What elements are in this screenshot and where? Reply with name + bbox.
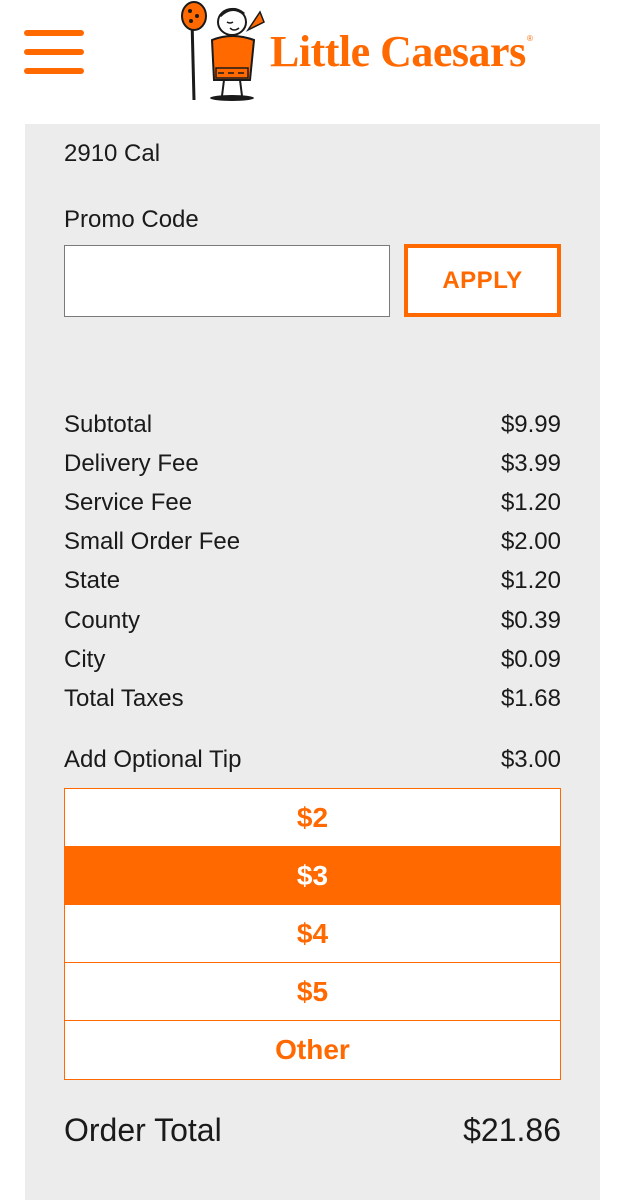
brand-name: Little Caesars [270,27,526,76]
tip-options: $2 $3 $4 $5 Other [64,788,561,1080]
fee-row-small-order: Small Order Fee $2.00 [64,523,561,562]
caesar-mascot-icon [181,1,265,101]
fee-row-city-tax: City $0.09 [64,640,561,679]
fee-row-county-tax: County $0.39 [64,601,561,640]
fee-label: Total Taxes [64,684,184,712]
fee-row-total-taxes: Total Taxes $1.68 [64,679,561,718]
trademark-symbol: ® [527,34,533,43]
fee-amount: $0.39 [500,606,561,634]
fee-amount: $2.00 [500,528,561,556]
fee-amount: $9.99 [500,410,561,438]
fee-amount: $3.99 [500,449,561,477]
tip-option-other[interactable]: Other [65,1021,560,1079]
hamburger-menu-icon[interactable] [24,30,84,78]
tip-option-4[interactable]: $4 [65,905,560,963]
promo-code-label: Promo Code [64,206,199,233]
fee-label: State [64,567,121,595]
fee-list: Subtotal $9.99 Delivery Fee $3.99 Servic… [64,405,561,719]
tip-summary: Add Optional Tip $3.00 [64,746,561,774]
fee-row-subtotal: Subtotal $9.99 [64,405,561,444]
apply-promo-button[interactable]: APPLY [404,244,561,317]
fee-row-service: Service Fee $1.20 [64,483,561,522]
fee-amount: $0.09 [500,645,561,673]
menu-bar [24,30,84,36]
fee-amount: $1.20 [500,567,561,595]
tip-option-2[interactable]: $2 [65,789,560,847]
app-header: Little Caesars ® [0,0,626,124]
fee-label: City [64,645,106,673]
order-summary-panel: 2910 Cal Promo Code APPLY Subtotal $9.99… [25,124,600,1200]
menu-bar [24,68,84,74]
fee-label: Service Fee [64,488,193,516]
promo-code-input[interactable] [64,245,390,317]
tip-option-5[interactable]: $5 [65,963,560,1021]
fee-amount: $1.20 [500,488,561,516]
fee-label: County [64,606,141,634]
fee-amount: $1.68 [500,684,561,712]
tip-option-3[interactable]: $3 [65,847,560,905]
brand-logo[interactable]: Little Caesars ® [172,0,542,104]
fee-label: Small Order Fee [64,528,241,556]
menu-bar [24,49,84,55]
calorie-count: 2910 Cal [64,140,161,167]
fee-row-state-tax: State $1.20 [64,562,561,601]
fee-label: Subtotal [64,410,153,438]
order-total-amount: $21.86 [463,1112,561,1148]
fee-row-delivery: Delivery Fee $3.99 [64,444,561,483]
tip-amount: $3.00 [500,746,561,773]
order-total-label: Order Total [64,1112,222,1148]
order-total: Order Total $21.86 [64,1112,561,1149]
fee-label: Delivery Fee [64,449,199,477]
tip-label: Add Optional Tip [64,746,242,773]
